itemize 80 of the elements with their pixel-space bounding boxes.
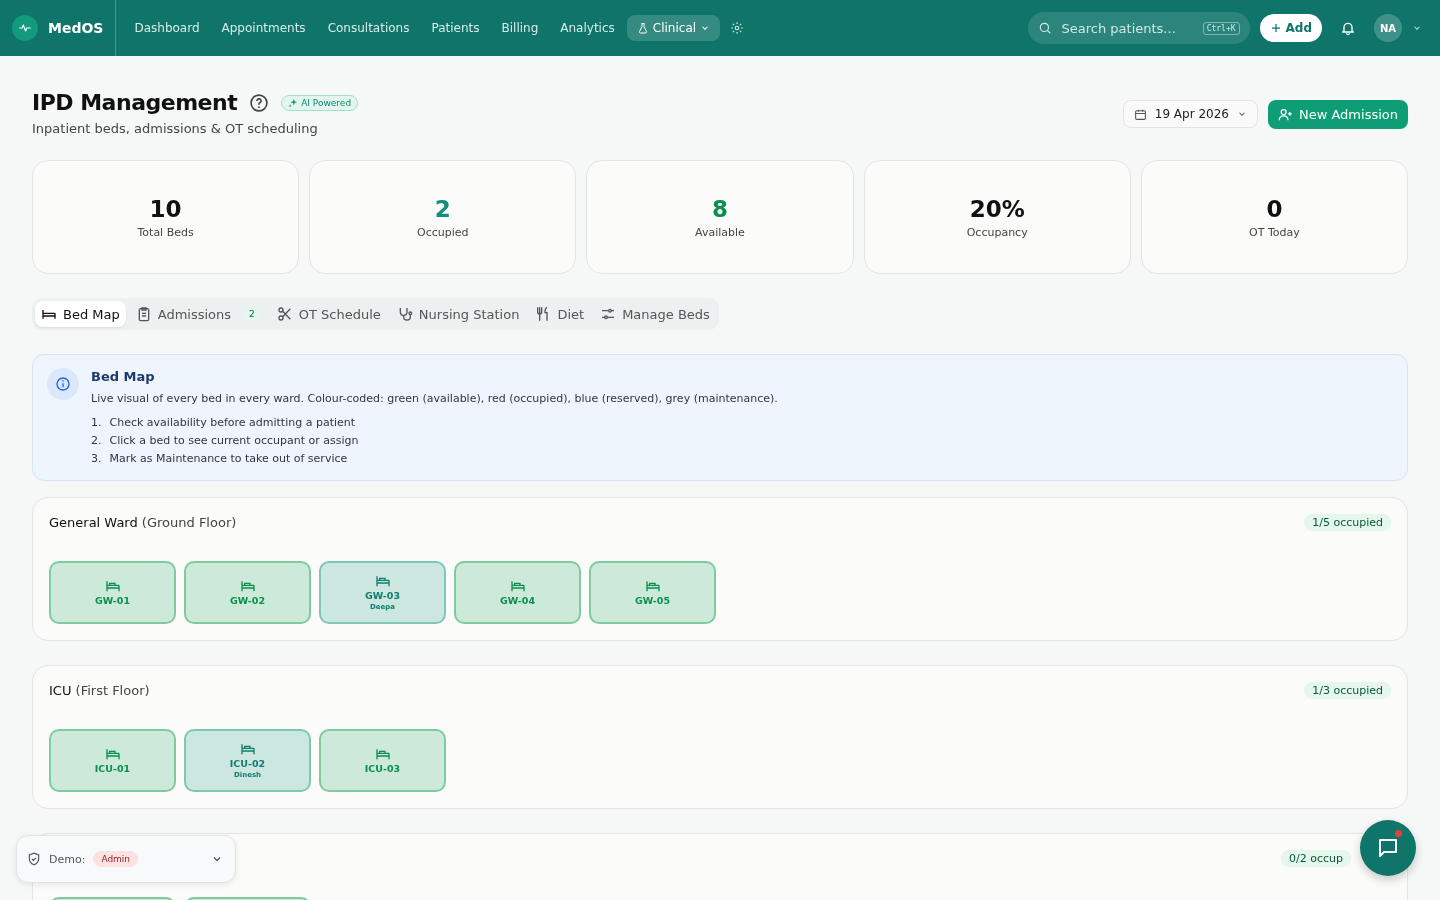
new-admission-button[interactable]: New Admission <box>1267 100 1408 129</box>
tab[interactable]: Diet <box>529 301 591 327</box>
settings-icon[interactable] <box>730 21 745 35</box>
logo-icon <box>12 15 38 41</box>
nav-link[interactable]: Analytics <box>550 15 625 41</box>
tab[interactable]: Nursing Station <box>390 301 526 327</box>
scissors-icon <box>276 306 293 322</box>
bed-icon <box>509 579 526 593</box>
demo-role-panel[interactable]: Demo: Admin <box>16 835 236 883</box>
page-subtitle: Inpatient beds, admissions & OT scheduling <box>32 121 319 136</box>
bed-tile[interactable]: GW-04 <box>454 561 581 624</box>
nav-link[interactable]: Appointments <box>211 15 316 41</box>
stat-label: Occupancy <box>966 225 1028 239</box>
step-number: 1. <box>91 416 102 429</box>
stat-value: 2 <box>434 195 451 222</box>
tab[interactable]: OT Schedule <box>270 301 387 327</box>
info-title: Bed Map <box>91 369 156 384</box>
search-icon <box>1037 21 1052 35</box>
occupancy-badge: 1/3 occupied <box>1304 682 1391 699</box>
bell-icon[interactable] <box>1340 20 1356 36</box>
bed-icon <box>239 579 256 593</box>
stat-value: 20% <box>969 195 1025 222</box>
tab[interactable]: Admissions 2 <box>129 301 267 327</box>
occupancy-badge: 1/5 occupied <box>1304 514 1391 531</box>
nav-link[interactable]: Consultations <box>317 15 420 41</box>
nav-link[interactable]: Patients <box>421 15 490 41</box>
bed-icon <box>104 747 121 761</box>
user-plus-icon <box>1277 107 1293 122</box>
date-picker[interactable]: 19 Apr 2026 <box>1122 100 1258 128</box>
calendar-icon <box>1133 107 1147 121</box>
step-text: Mark as Maintenance to take out of service <box>109 452 348 465</box>
chat-icon <box>1376 836 1400 860</box>
step-number: 3. <box>91 452 102 465</box>
app-name: MedOS <box>48 20 104 36</box>
flask-icon <box>636 22 649 34</box>
info-icon <box>47 368 79 400</box>
ai-badge: AI Powered <box>281 94 359 111</box>
tab[interactable]: Manage Beds <box>594 301 716 327</box>
page-title: IPD Management <box>32 90 238 115</box>
chat-button[interactable] <box>1360 820 1416 876</box>
nav-link[interactable]: Dashboard <box>124 15 210 41</box>
stat-label: Total Beds <box>137 225 194 239</box>
sliders-icon <box>600 306 617 322</box>
role-badge: Admin <box>93 851 139 867</box>
step-text: Click a bed to see current occupant or assign <box>109 434 359 447</box>
bed-tile[interactable]: GW-02 <box>184 561 311 624</box>
bed-icon <box>239 742 256 756</box>
bed-icon <box>374 574 391 588</box>
bed-tile[interactable]: GW-01 <box>49 561 176 624</box>
nav-link[interactable]: Clinical <box>626 15 721 41</box>
step-number: 2. <box>91 434 102 447</box>
stat-value: 10 <box>149 195 182 222</box>
info-text: Live visual of every bed in every ward. Colour-coded: green (available), red (occupied), blue (reserved), grey (maintenance). <box>91 392 778 405</box>
search-bar[interactable]: Search patients... Ctrl+K <box>1027 12 1250 44</box>
help-icon[interactable] <box>249 92 270 113</box>
occupancy-badge: 0/2 occup <box>1281 850 1351 867</box>
tab[interactable]: Bed Map <box>35 301 126 327</box>
shortcut-hint: Ctrl+K <box>1202 21 1240 35</box>
bed-icon <box>104 579 121 593</box>
stat-label: Available <box>695 225 745 239</box>
ward-name: ICU (First Floor) <box>49 683 150 698</box>
stat-value: 8 <box>712 195 728 222</box>
stat-label: OT Today <box>1249 225 1300 239</box>
add-button[interactable]: Add <box>1259 14 1322 42</box>
ward-name: General Ward (Ground Floor) <box>49 515 237 530</box>
bed-tile[interactable]: ICU-03 <box>319 729 446 792</box>
user-avatar[interactable]: NA <box>1374 14 1402 42</box>
bed-tile[interactable]: GW-05 <box>589 561 716 624</box>
plus-icon <box>1269 22 1282 34</box>
stat-value: 0 <box>1266 195 1283 222</box>
bed-icon <box>644 579 661 593</box>
bed-tile[interactable]: ICU-01 <box>49 729 176 792</box>
nav-link[interactable]: Billing <box>491 15 549 41</box>
demo-label: Demo: <box>49 852 86 866</box>
stat-label: Occupied <box>417 225 469 239</box>
step-text: Check availability before admitting a patient <box>109 416 356 429</box>
count-badge: 2 <box>243 307 261 321</box>
shield-check-icon <box>27 852 41 866</box>
bed-icon <box>374 747 391 761</box>
search-field[interactable]: Search patients... <box>1059 19 1195 37</box>
